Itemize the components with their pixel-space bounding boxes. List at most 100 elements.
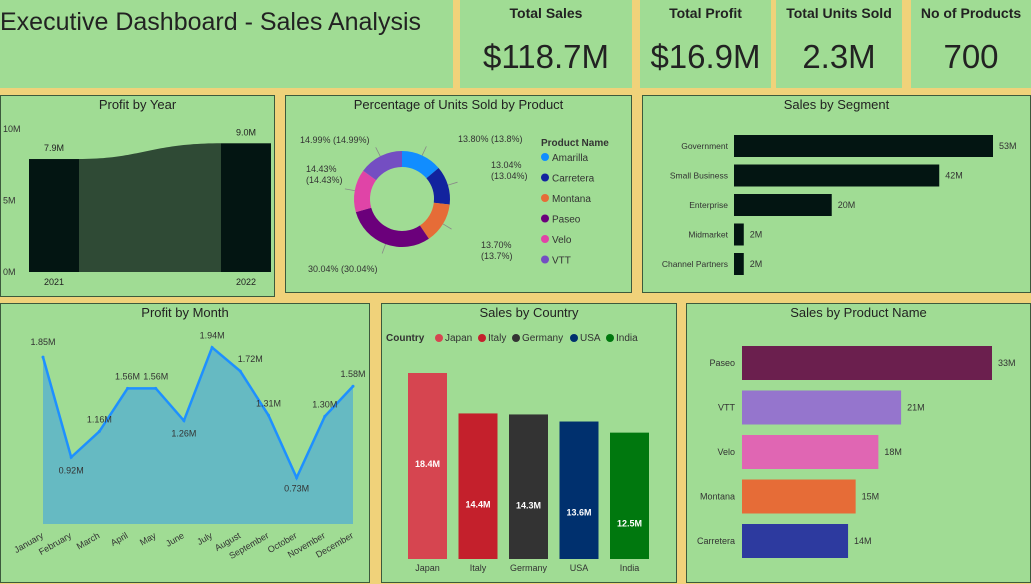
bar-2022 <box>221 143 271 272</box>
category-label: Montana <box>700 492 735 502</box>
kpi-card-no-of-products[interactable]: No of Products 700 <box>911 0 1031 88</box>
data-label: 9.0M <box>236 127 256 137</box>
segment-bar-svg: Government 53M Small Business 42M Enterprise… <box>662 135 1017 275</box>
kpi-card-total-profit[interactable]: Total Profit $16.9M <box>640 0 771 88</box>
legend-title: Country <box>386 333 425 344</box>
slice-label: 13.70% <box>481 240 512 250</box>
legend-label: USA <box>580 333 601 344</box>
bar-vtt <box>742 390 902 425</box>
bar-government <box>734 135 993 157</box>
kpi-card-total-units-sold[interactable]: Total Units Sold 2.3M <box>776 0 902 88</box>
profit-by-year-chart[interactable]: Profit by Year 0M 5M 10M 7.9M 2021 9.0M 2022 <box>0 95 275 297</box>
data-point <box>210 345 214 349</box>
bar-enterprise <box>734 194 832 216</box>
data-point <box>238 369 242 373</box>
legend-label: Japan <box>445 333 472 344</box>
y-tick-label: 0M <box>3 267 16 277</box>
data-label: 18M <box>884 447 902 457</box>
x-tick-label: Japan <box>415 563 440 573</box>
sales-by-product-chart[interactable]: Sales by Product Name Paseo 33M VTT 21M Velo… <box>686 303 1031 583</box>
x-tick-label: April <box>109 530 130 548</box>
x-tick-label: June <box>164 530 186 548</box>
x-tick-label: 2021 <box>44 277 64 287</box>
category-label: Enterprise <box>689 200 728 210</box>
leader-line <box>381 243 386 254</box>
units-sold-donut-chart[interactable]: Percentage of Units Sold by Product 13.8… <box>285 95 632 293</box>
data-point <box>351 384 355 388</box>
category-label: Velo <box>717 447 735 457</box>
sales-by-segment-chart[interactable]: Sales by Segment Government 53M Small Busi… <box>642 95 1031 293</box>
leader-line <box>375 147 381 157</box>
bar-channel-partners <box>734 253 744 275</box>
data-point <box>126 386 130 390</box>
legend-marker <box>541 153 549 161</box>
data-point <box>323 414 327 418</box>
x-tick-label: February <box>37 530 74 557</box>
x-tick-label: 2022 <box>236 277 256 287</box>
profit-by-month-chart[interactable]: Profit by Month 1.85M January 0.92M Februar… <box>0 303 370 583</box>
header-title-panel: Executive Dashboard - Sales Analysis <box>0 0 453 88</box>
column-germany <box>509 414 548 559</box>
data-label: 18.4M <box>415 459 440 469</box>
bar-paseo <box>742 346 992 380</box>
legend-label: Montana <box>552 194 591 205</box>
slice-label: (13.7%) <box>481 251 513 261</box>
legend-label: Carretera <box>552 174 595 185</box>
data-label: 0.92M <box>59 465 84 475</box>
legend-marker <box>541 173 549 182</box>
data-label: 1.31M <box>256 398 281 408</box>
x-tick-label: July <box>195 530 214 547</box>
profit-by-year-svg: 0M 5M 10M 7.9M 2021 9.0M 2022 <box>3 124 271 287</box>
kpi-value: $118.7M <box>483 38 609 75</box>
leader-line <box>447 181 458 186</box>
kpi-value: $16.9M <box>650 38 761 75</box>
country-column-svg: Country Japan Italy Germany USA India 18.4M Jap… <box>386 333 649 573</box>
kpi-label: Total Sales <box>509 5 583 21</box>
data-label: 13.6M <box>566 508 591 518</box>
legend-marker <box>541 194 549 202</box>
legend-marker <box>541 214 549 223</box>
donut-slice-paseo <box>355 207 429 247</box>
slice-label: (14.43%) <box>306 175 343 185</box>
data-point <box>41 355 45 359</box>
ribbon-area <box>79 143 221 272</box>
category-label: Paseo <box>709 358 735 368</box>
data-label: 2M <box>750 230 763 240</box>
x-tick-label: India <box>620 563 640 573</box>
category-label: Carretera <box>697 536 735 546</box>
data-label: 14M <box>854 536 872 546</box>
leader-line <box>442 223 452 230</box>
bar-velo <box>742 435 879 469</box>
category-label: Small Business <box>670 171 728 181</box>
data-label: 1.56M <box>143 371 168 381</box>
bar-montana <box>742 479 856 514</box>
data-point <box>266 413 270 417</box>
data-label: 53M <box>999 141 1017 151</box>
leader-line <box>421 146 427 156</box>
sales-by-country-chart[interactable]: Sales by Country Country Japan Italy German… <box>381 303 677 583</box>
data-label: 7.9M <box>44 143 64 153</box>
kpi-value: 2.3M <box>802 38 876 75</box>
x-tick-label: May <box>138 530 158 547</box>
product-bar-svg: Paseo 33M VTT 21M Velo 18M Montana 15M Carretera… <box>697 346 1016 558</box>
kpi-label: Total Units Sold <box>786 5 892 21</box>
data-label: 0.73M <box>284 484 309 494</box>
legend-marker <box>541 235 549 243</box>
data-label: 1.56M <box>115 371 140 381</box>
slice-label: 30.04% (30.04%) <box>308 264 378 274</box>
x-tick-label: Germany <box>510 563 548 573</box>
legend-label: Amarilla <box>552 153 589 164</box>
data-label: 33M <box>998 358 1016 368</box>
data-label: 2M <box>750 259 763 269</box>
x-tick-label: Italy <box>470 563 487 573</box>
category-label: Channel Partners <box>662 259 728 269</box>
slice-label: 14.43% <box>306 164 337 174</box>
data-point <box>69 455 73 459</box>
legend-label: Germany <box>522 333 563 344</box>
kpi-value: 700 <box>943 38 999 75</box>
data-label: 14.3M <box>516 500 541 510</box>
data-label: 1.85M <box>30 337 55 347</box>
data-label: 15M <box>862 492 880 502</box>
kpi-card-total-sales[interactable]: Total Sales $118.7M <box>460 0 632 88</box>
column-usa <box>559 421 599 559</box>
